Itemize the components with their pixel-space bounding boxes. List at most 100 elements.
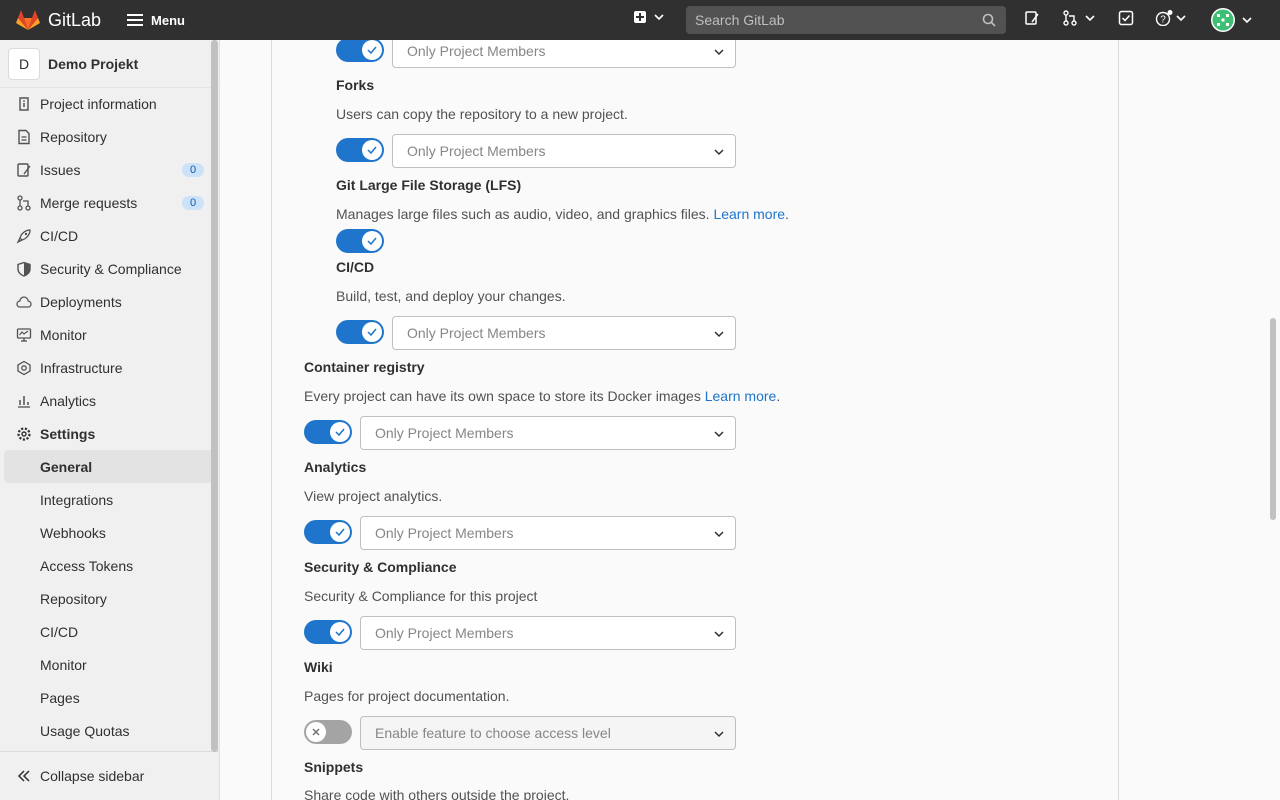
top-access-select[interactable]: Only Project Members <box>392 40 736 68</box>
sidebar-subitem-pages[interactable]: Pages <box>4 681 214 714</box>
wiki-access-select[interactable]: Enable feature to choose access level <box>360 716 736 750</box>
check-icon <box>367 237 377 246</box>
svg-text:?: ? <box>1160 15 1166 26</box>
wiki-title: Wiki <box>304 659 333 675</box>
sidebar-item-repository[interactable]: Repository <box>4 120 214 153</box>
page-scrollbar[interactable] <box>1270 318 1276 520</box>
container-registry-toggle[interactable] <box>304 420 352 444</box>
project-avatar: D <box>8 47 40 80</box>
lfs-toggle[interactable] <box>336 229 384 253</box>
analytics-description: View project analytics. <box>304 488 443 504</box>
check-icon <box>367 328 377 337</box>
project-sidebar: D Demo Projekt Project information Repos… <box>0 40 220 800</box>
lfs-learn-more-link[interactable]: Learn more <box>713 206 785 222</box>
forks-access-select[interactable]: Only Project Members <box>392 134 736 168</box>
sidebar-item-security-compliance[interactable]: Security & Compliance <box>4 252 214 285</box>
forks-description: Users can copy the repository to a new p… <box>336 106 628 122</box>
sidebar-item-analytics[interactable]: Analytics <box>4 384 214 417</box>
security-compliance-title: Security & Compliance <box>304 559 457 575</box>
close-icon <box>312 728 320 736</box>
sidebar-item-issues[interactable]: Issues 0 <box>4 153 214 186</box>
snippets-title: Snippets <box>304 759 364 775</box>
chevron-down-icon <box>713 628 725 640</box>
merge-requests-nav-button[interactable] <box>1062 10 1096 26</box>
sidebar-subitem-access-tokens[interactable]: Access Tokens <box>4 549 214 582</box>
sidebar-item-ci-cd[interactable]: CI/CD <box>4 219 214 252</box>
container-registry-access-select[interactable]: Only Project Members <box>360 416 736 450</box>
check-icon <box>335 428 345 437</box>
forks-toggle[interactable] <box>336 138 384 162</box>
tanuki-icon <box>16 10 40 30</box>
security-compliance-toggle[interactable] <box>304 620 352 644</box>
security-compliance-description: Security & Compliance for this project <box>304 588 538 604</box>
user-menu[interactable] <box>1211 8 1253 32</box>
help-dropdown[interactable]: ? <box>1155 10 1187 26</box>
sidebar-subitem-repository[interactable]: Repository <box>4 582 214 615</box>
issues-nav-button[interactable] <box>1024 10 1040 26</box>
todo-check-icon <box>1118 10 1134 26</box>
doc-icon <box>16 129 32 145</box>
sidebar-item-project-information[interactable]: Project information <box>4 87 214 120</box>
sidebar-subitem-integrations[interactable]: Integrations <box>4 483 214 516</box>
analytics-access-select[interactable]: Only Project Members <box>360 516 736 550</box>
sidebar-item-monitor[interactable]: Monitor <box>4 318 214 351</box>
container-registry-description: Every project can have its own space to … <box>304 388 781 404</box>
forks-title: Forks <box>336 77 375 93</box>
check-icon <box>335 628 345 637</box>
issues-icon <box>1025 11 1039 25</box>
chevron-down-icon <box>713 528 725 540</box>
ci-cd-access-select[interactable]: Only Project Members <box>392 316 736 350</box>
chevron-down-icon <box>654 14 664 21</box>
project-name: Demo Projekt <box>48 55 139 72</box>
todos-nav-button[interactable] <box>1118 10 1134 26</box>
project-header[interactable]: D Demo Projekt <box>0 40 219 88</box>
ci-cd-toggle[interactable] <box>336 320 384 344</box>
sidebar-subitem-general[interactable]: General <box>4 450 214 483</box>
chevron-down-icon <box>713 146 725 158</box>
sidebar-item-label: Security & Compliance <box>40 260 182 277</box>
container-registry-learn-more-link[interactable]: Learn more <box>705 388 777 404</box>
menu-button[interactable]: Menu <box>127 13 185 28</box>
gear-icon <box>16 426 32 442</box>
chevron-down-icon <box>713 428 725 440</box>
brand-name: GitLab <box>48 9 102 30</box>
sidebar-item-label: Issues <box>40 161 81 178</box>
snippets-description: Share code with others outside the proje… <box>304 787 570 800</box>
help-icon: ? <box>1155 10 1173 26</box>
new-dropdown[interactable] <box>633 10 665 24</box>
sidebar-item-label: Settings <box>40 425 96 442</box>
visibility-settings-panel: Only Project Members Forks Users can cop… <box>271 40 1119 800</box>
ci-cd-description: Build, test, and deploy your changes. <box>336 288 566 304</box>
chevron-down-icon <box>1176 15 1186 22</box>
rocket-icon <box>16 228 32 244</box>
check-icon <box>335 528 345 537</box>
info-icon <box>16 96 32 112</box>
sidebar-item-merge-requests[interactable]: Merge requests 0 <box>4 186 214 219</box>
sidebar-scrollbar[interactable] <box>211 40 218 752</box>
search-input[interactable]: Search GitLab <box>686 6 1006 34</box>
collapse-sidebar-button[interactable]: Collapse sidebar <box>0 751 219 800</box>
wiki-description: Pages for project documentation. <box>304 688 510 704</box>
sidebar-item-label: Monitor <box>40 326 87 343</box>
menu-label: Menu <box>151 12 185 28</box>
gitlab-logo[interactable]: GitLab <box>16 9 101 31</box>
shield-icon <box>16 261 32 277</box>
sidebar-item-settings[interactable]: Settings <box>4 417 214 450</box>
issues-icon <box>16 162 32 178</box>
lfs-description: Manages large files such as audio, video… <box>336 206 789 222</box>
ci-cd-title: CI/CD <box>336 259 375 275</box>
sidebar-item-infrastructure[interactable]: Infrastructure <box>4 351 214 384</box>
analytics-toggle[interactable] <box>304 520 352 544</box>
sidebar-subitem-ci-cd[interactable]: CI/CD <box>4 615 214 648</box>
sidebar-subitem-webhooks[interactable]: Webhooks <box>4 516 214 549</box>
top-feature-toggle[interactable] <box>336 40 384 62</box>
sidebar-subitem-usage-quotas[interactable]: Usage Quotas <box>4 714 214 747</box>
sidebar-item-deployments[interactable]: Deployments <box>4 285 214 318</box>
check-icon <box>367 46 377 55</box>
security-compliance-access-select[interactable]: Only Project Members <box>360 616 736 650</box>
settings-main: Only Project Members Forks Users can cop… <box>220 40 1280 800</box>
sidebar-subitem-monitor[interactable]: Monitor <box>4 648 214 681</box>
wiki-toggle[interactable] <box>304 720 352 744</box>
check-icon <box>367 146 377 155</box>
lfs-title: Git Large File Storage (LFS) <box>336 177 522 193</box>
